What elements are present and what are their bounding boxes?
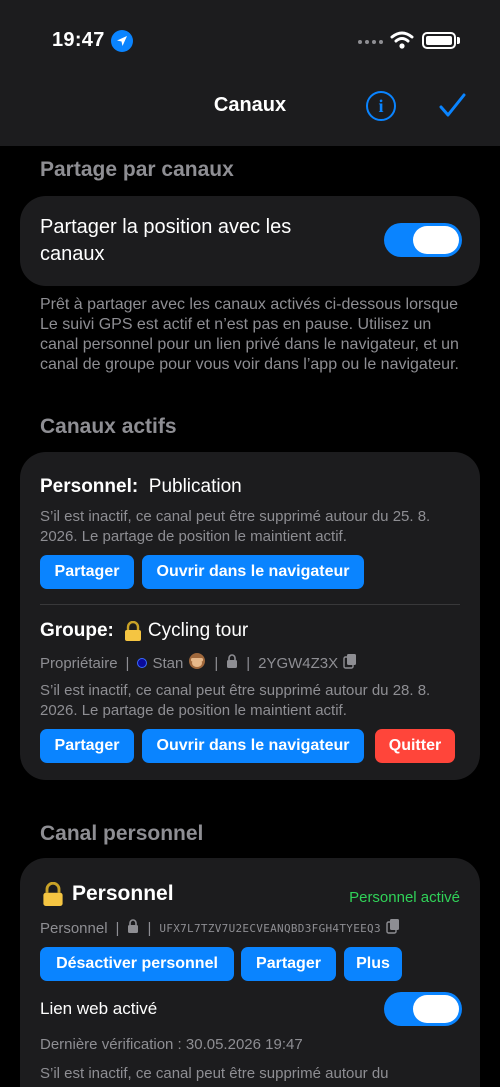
copy-icon[interactable]	[386, 918, 400, 938]
personal-card-share-button[interactable]: Partager	[241, 947, 336, 981]
status-bar: 19:47	[0, 0, 500, 82]
location-arrow-icon	[111, 30, 133, 52]
group-channel-meta: Propriétaire | Stan | | 2YGW4Z3X	[40, 652, 357, 674]
group-channel-note: S’il est inactif, ce canal peut être sup…	[40, 682, 431, 719]
disable-personal-button[interactable]: Désactiver personnel	[40, 947, 234, 981]
personal-channel-card: Personnel Personnel activé Personnel | |…	[20, 858, 480, 1087]
more-button[interactable]: Plus	[344, 947, 402, 981]
personal-channel-title: Personnel	[42, 882, 174, 906]
personal-active-status: Personnel activé	[349, 889, 460, 906]
personal-channel-note: S’il est inactif, ce canal peut être sup…	[40, 508, 431, 545]
info-icon[interactable]: i	[366, 91, 396, 121]
active-channels-card: Personnel: Publication S’il est inactif,…	[20, 452, 480, 780]
group-share-button[interactable]: Partager	[40, 729, 134, 763]
web-link-label: Lien web activé	[40, 999, 158, 1018]
small-lock-icon	[226, 654, 238, 672]
sharing-footer: Prêt à partager avec les canaux activés …	[40, 296, 459, 373]
lock-icon	[42, 882, 64, 906]
personal-channel-name: Publication	[148, 476, 242, 497]
group-channel-name: Cycling tour	[147, 620, 249, 641]
sharing-toggle-card: Partager la position avec les canaux	[20, 196, 480, 286]
group-channel-row-title: Groupe: Cycling tour	[40, 620, 248, 642]
cellular-signal-icon	[358, 40, 383, 44]
section-header-sharing: Partage par canaux	[40, 158, 234, 181]
group-member-name: Stan	[152, 654, 184, 672]
share-position-toggle[interactable]	[384, 223, 462, 257]
group-leave-button[interactable]: Quitter	[375, 729, 455, 763]
personal-type-label: Personnel	[40, 919, 108, 937]
row-divider	[40, 604, 460, 605]
section-header-active-channels: Canaux actifs	[40, 415, 177, 438]
status-time: 19:47	[52, 29, 105, 51]
group-open-browser-button[interactable]: Ouvrir dans le navigateur	[142, 729, 364, 763]
checkmark-icon[interactable]	[436, 90, 468, 122]
group-role: Propriétaire	[40, 654, 118, 672]
page-title: Canaux	[213, 94, 287, 116]
personal-channel-row-title: Personnel: Publication	[40, 476, 242, 498]
member-color-dot	[137, 658, 148, 668]
personal-channel-note: S’il est inactif, ce canal peut être sup…	[40, 1065, 389, 1082]
personal-channel-meta: Personnel | | UFX7L7TZV7U2ECVEANQBD3FGH4…	[40, 918, 400, 938]
group-kind-label: Groupe:	[40, 620, 114, 641]
personal-share-button[interactable]: Partager	[40, 555, 134, 589]
lock-icon	[124, 621, 142, 641]
small-lock-icon	[127, 919, 139, 937]
sharing-toggle-label: Partager la position avec les canaux	[40, 216, 292, 265]
monkey-emoji-icon	[188, 652, 206, 674]
copy-icon[interactable]	[343, 653, 357, 673]
last-check-text: Dernière vérification : 30.05.2026 19:47	[40, 1036, 303, 1053]
section-header-personal-channel: Canal personnel	[40, 822, 204, 845]
web-link-toggle[interactable]	[384, 992, 462, 1026]
wifi-icon	[390, 31, 414, 49]
group-code: 2YGW4Z3X	[258, 654, 339, 672]
navigation-bar: Canaux i	[0, 82, 500, 146]
personal-open-browser-button[interactable]: Ouvrir dans le navigateur	[142, 555, 364, 589]
battery-icon	[422, 32, 456, 49]
personal-channel-key: UFX7L7TZV7U2ECVEANQBD3FGH4TYEEQ3	[159, 921, 381, 935]
personal-kind-label: Personnel:	[40, 476, 139, 497]
